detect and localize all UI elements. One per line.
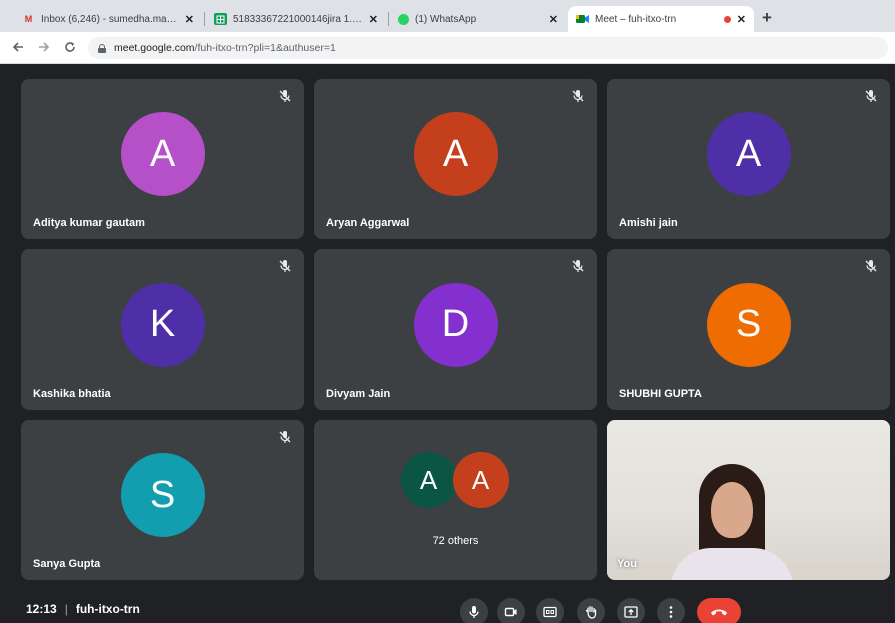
participant-tile[interactable]: A Aryan Aggarwal xyxy=(314,79,597,239)
back-icon[interactable] xyxy=(10,40,26,56)
others-avatar-group: A A xyxy=(400,452,511,510)
tab-whatsapp[interactable]: (1) WhatsApp ✕ xyxy=(390,6,566,32)
participant-name: Aditya kumar gautam xyxy=(33,217,145,229)
mic-off-icon xyxy=(865,90,877,102)
avatar: A xyxy=(400,452,457,508)
mic-off-icon xyxy=(865,260,877,272)
avatar: A xyxy=(452,452,509,508)
avatar: D xyxy=(413,282,498,367)
participant-name: Aryan Aggarwal xyxy=(326,217,410,229)
tab-label: (1) WhatsApp xyxy=(415,13,477,25)
avatar: A xyxy=(120,111,205,196)
self-video-tile[interactable]: You xyxy=(607,420,890,580)
tab-label: Inbox (6,246) - sumedha.maims@ xyxy=(41,13,179,25)
sheets-icon xyxy=(214,13,227,25)
avatar: K xyxy=(120,282,205,367)
meeting-code: fuh-itxo-trn xyxy=(75,602,140,616)
gmail-icon: M xyxy=(24,14,33,24)
tab-divider xyxy=(388,12,389,26)
browser-tab-strip: M Inbox (6,246) - sumedha.maims@ ✕ 51833… xyxy=(0,0,895,32)
tab-label: Meet – fuh-itxo-trn xyxy=(595,13,677,25)
more-options-button[interactable] xyxy=(657,598,685,623)
meeting-time: 12:13 xyxy=(26,602,57,616)
participant-tile[interactable]: S Sanya Gupta xyxy=(21,420,304,580)
participant-tile[interactable]: A Amishi jain xyxy=(607,79,890,239)
others-tile[interactable]: A A 72 others xyxy=(314,420,597,580)
captions-icon xyxy=(543,606,557,618)
new-tab-button[interactable]: + xyxy=(762,8,772,28)
url-path: /fuh-itxo-trn?pli=1&authuser=1 xyxy=(194,42,336,54)
close-icon[interactable]: ✕ xyxy=(185,13,194,26)
close-icon[interactable]: ✕ xyxy=(737,13,746,26)
meet-icon xyxy=(576,13,589,25)
participant-tile[interactable]: K Kashika bhatia xyxy=(21,249,304,410)
others-count: 72 others xyxy=(432,535,479,547)
mic-off-icon xyxy=(279,90,291,102)
forward-icon[interactable] xyxy=(36,40,52,56)
avatar: A xyxy=(706,111,791,196)
avatar: S xyxy=(706,282,791,367)
close-icon[interactable]: ✕ xyxy=(369,13,378,26)
tab-label: 51833367221000146jira 1..17 xyxy=(233,13,363,25)
lock-icon xyxy=(98,43,106,53)
raise-hand-button[interactable] xyxy=(577,598,605,623)
raise-hand-icon xyxy=(585,606,597,619)
url-input[interactable]: meet.google.com/fuh-itxo-trn?pli=1&authu… xyxy=(88,37,888,59)
self-label: You xyxy=(617,558,637,570)
mic-off-icon xyxy=(572,260,584,272)
tab-meet[interactable]: Meet – fuh-itxo-trn ✕ xyxy=(568,6,754,32)
close-icon[interactable]: ✕ xyxy=(549,13,558,26)
more-options-icon xyxy=(669,606,673,618)
camera-icon xyxy=(504,607,517,617)
meeting-info: 12:13 | fuh-itxo-trn xyxy=(26,602,140,616)
hang-up-icon xyxy=(711,609,727,616)
reload-icon[interactable] xyxy=(62,40,78,56)
participant-tile[interactable]: A Aditya kumar gautam xyxy=(21,79,304,239)
microphone-icon xyxy=(469,606,479,618)
microphone-button[interactable] xyxy=(460,598,488,623)
mic-off-icon xyxy=(279,260,291,272)
address-bar-row: meet.google.com/fuh-itxo-trn?pli=1&authu… xyxy=(0,32,895,64)
participant-name: Amishi jain xyxy=(619,217,678,229)
participant-name: SHUBHI GUPTA xyxy=(619,388,702,400)
present-icon xyxy=(624,606,638,618)
recording-icon xyxy=(723,15,731,23)
mic-off-icon xyxy=(279,431,291,443)
avatar: S xyxy=(120,452,205,537)
captions-button[interactable] xyxy=(536,598,564,623)
self-video-face xyxy=(711,482,753,538)
tab-gmail[interactable]: M Inbox (6,246) - sumedha.maims@ ✕ xyxy=(14,6,202,32)
participant-name: Divyam Jain xyxy=(326,388,391,400)
whatsapp-icon xyxy=(398,13,409,25)
participant-tile[interactable]: S SHUBHI GUPTA xyxy=(607,249,890,410)
participant-tile[interactable]: D Divyam Jain xyxy=(314,249,597,410)
participant-name: Sanya Gupta xyxy=(33,558,101,570)
hang-up-button[interactable] xyxy=(697,598,741,623)
avatar: A xyxy=(413,111,498,196)
tab-sheets[interactable]: 51833367221000146jira 1..17 ✕ xyxy=(206,6,386,32)
url-domain: meet.google.com xyxy=(114,42,195,54)
meeting-info-divider: | xyxy=(64,602,68,616)
participant-name: Kashika bhatia xyxy=(33,388,111,400)
present-button[interactable] xyxy=(617,598,645,623)
camera-button[interactable] xyxy=(497,598,525,623)
meeting-control-bar: 12:13 | fuh-itxo-trn xyxy=(0,590,895,623)
mic-off-icon xyxy=(572,90,584,102)
tab-divider xyxy=(204,12,205,26)
